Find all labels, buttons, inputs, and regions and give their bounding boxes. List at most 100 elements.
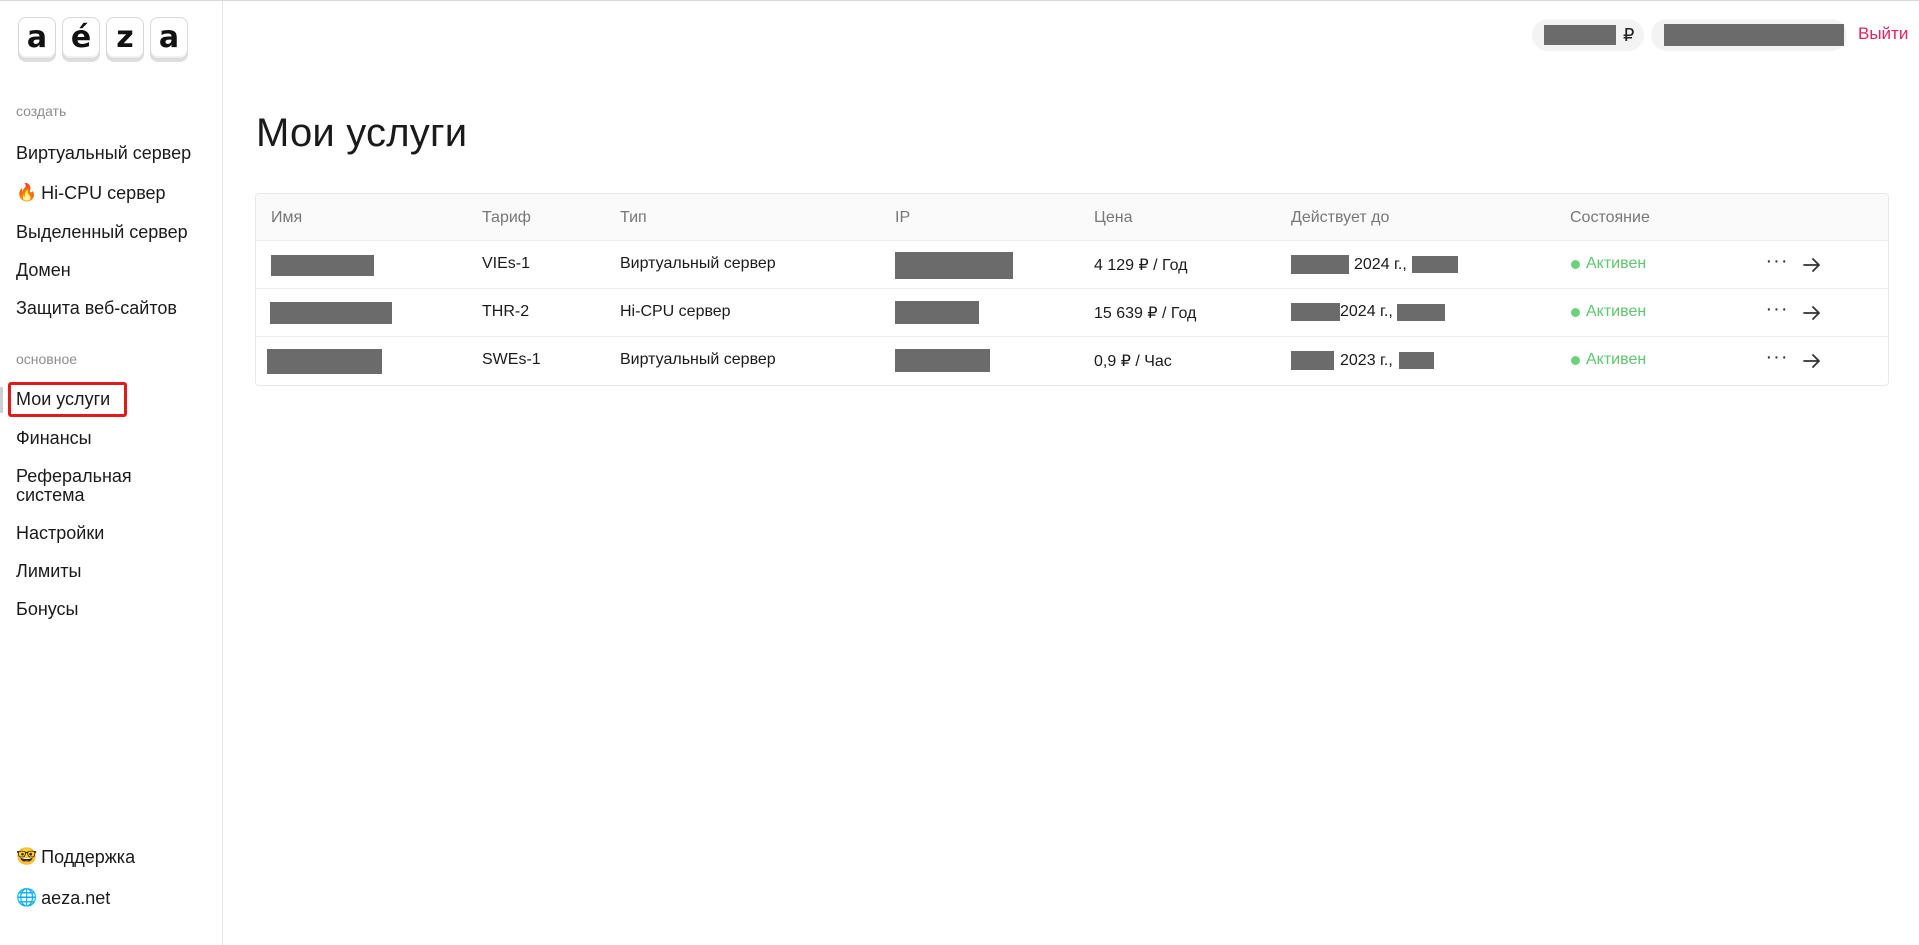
app-window: a é z a создать Виртуальный сервер 🔥 Hi-… [0,0,1919,945]
service-name-cell[interactable] [271,255,374,276]
more-horizontal-icon: ··· [1765,298,1789,320]
status-dot-icon [1571,259,1580,269]
redacted-service-name [270,302,392,324]
arrow-right-icon [1803,306,1820,320]
sidebar-item-label: Hi-CPU сервер [41,183,166,203]
globe-icon: 🌐 [16,888,38,908]
status-dot-icon [1571,307,1580,317]
service-name-cell[interactable] [267,349,382,374]
tariff-cell: SWEs-1 [482,351,541,368]
redacted-ip [895,349,990,372]
status-badge: Активен [1571,255,1646,273]
type-cell: Виртуальный сервер [620,351,776,368]
price-cell: 15 639 ₽ / Год [1094,305,1197,322]
sidebar-item-label: Мои услуги [16,389,111,409]
open-service-button[interactable] [1800,253,1824,277]
open-service-button[interactable] [1800,301,1824,325]
logo-key-e-acute: é [62,17,100,59]
balance-badge[interactable]: ₽ [1532,19,1644,51]
status-text: Активен [1586,303,1647,320]
aeza-logo[interactable]: a é z a [18,17,188,59]
status-dot-icon [1571,355,1580,365]
open-service-button[interactable] [1800,349,1824,373]
redacted-date [1291,303,1340,321]
sidebar: a é z a создать Виртуальный сервер 🔥 Hi-… [0,1,223,945]
sidebar-item-label: Поддержка [41,847,136,867]
sidebar-item-support[interactable]: 🤓 Поддержка [16,848,135,867]
sidebar-item-label: Выделенный сервер [16,222,188,242]
sidebar-item-hi-cpu-server[interactable]: 🔥 Hi-CPU сервер [16,184,166,203]
column-header-status: Состояние [1570,209,1650,226]
user-account-badge[interactable] [1651,19,1847,51]
redacted-service-name [267,349,382,374]
sidebar-item-label: aeza.net [41,888,111,908]
redacted-time [1396,303,1445,321]
sidebar-item-domain[interactable]: Домен [16,261,71,280]
redacted-user-email [1664,24,1844,46]
service-name-cell[interactable] [270,302,392,324]
ip-cell [895,252,1013,279]
sidebar-item-label: Настройки [16,523,105,543]
tariff-cell: VIEs-1 [482,255,531,272]
sidebar-item-bonuses[interactable]: Бонусы [16,600,79,619]
column-header-tariff: Тариф [482,209,531,226]
sidebar-item-label: Бонусы [16,599,79,619]
sidebar-item-settings[interactable]: Настройки [16,524,104,543]
sidebar-item-referral[interactable]: Реферальная система [16,467,166,505]
table-row[interactable]: VIEs-1 Виртуальный сервер 4 129 ₽ / Год … [256,241,1888,289]
status-badge: Активен [1571,351,1646,369]
sidebar-item-virtual-server[interactable]: Виртуальный сервер [16,144,191,163]
column-header-type: Тип [620,209,647,226]
more-options-button[interactable]: ··· [1765,250,1789,277]
sidebar-item-website-protection[interactable]: Защита веб-сайтов [16,299,177,318]
logo-key-a: a [18,17,56,59]
type-cell: Hi-CPU сервер [620,303,731,320]
table-row[interactable]: THR-2 Hi-CPU сервер 15 639 ₽ / Год 2024 … [256,289,1888,337]
sidebar-item-my-services[interactable]: Мои услуги [8,382,128,417]
ip-cell [895,301,979,324]
sidebar-item-label: Защита веб-сайтов [16,298,177,318]
logout-link[interactable]: Выйти [1858,24,1908,44]
redacted-service-name [271,255,374,276]
price-cell: 0,9 ₽ / Час [1094,353,1172,370]
sidebar-item-dedicated-server[interactable]: Выделенный сервер [16,223,188,242]
more-horizontal-icon: ··· [1765,346,1789,368]
sidebar-item-label: Лимиты [16,561,82,581]
column-header-price: Цена [1094,209,1133,226]
active-indicator [0,387,3,413]
redacted-ip [895,301,979,324]
table-row[interactable]: SWEs-1 Виртуальный сервер 0,9 ₽ / Час 20… [256,337,1888,385]
expires-year: 2024 г., [1340,303,1393,320]
fire-icon: 🔥 [16,183,38,203]
ip-cell [895,349,990,372]
column-header-ip: IP [895,209,911,226]
column-header-expires: Действует до [1291,209,1390,226]
expires-cell: 2024 г., [1291,255,1458,274]
redacted-time [1398,352,1434,369]
section-label-main: основное [16,351,78,367]
expires-year: 2023 г., [1340,351,1393,369]
arrow-right-icon [1803,354,1820,368]
more-options-button[interactable]: ··· [1765,298,1789,325]
status-badge: Активен [1571,303,1646,321]
sidebar-item-aeza-net[interactable]: 🌐 aeza.net [16,889,110,908]
redacted-date [1291,255,1349,274]
currency-symbol: ₽ [1623,24,1635,45]
sidebar-item-finance[interactable]: Финансы [16,429,92,448]
sidebar-item-label: Реферальная система [16,466,132,505]
section-label-create: создать [16,103,67,119]
tariff-cell: THR-2 [482,303,530,320]
redacted-ip [895,252,1013,279]
logo-key-z: z [106,17,144,59]
sidebar-item-label: Финансы [16,428,92,448]
expires-cell: 2024 г., [1291,303,1445,321]
more-horizontal-icon: ··· [1765,250,1789,272]
price-cell: 4 129 ₽ / Год [1094,257,1188,274]
type-cell: Виртуальный сервер [620,255,776,272]
status-text: Активен [1586,255,1647,272]
services-table: Имя Тариф Тип IP Цена Действует до Состо… [255,193,1889,386]
sidebar-item-limits[interactable]: Лимиты [16,562,81,581]
more-options-button[interactable]: ··· [1765,346,1789,373]
status-text: Активен [1586,351,1647,368]
expires-cell: 2023 г., [1291,351,1434,370]
